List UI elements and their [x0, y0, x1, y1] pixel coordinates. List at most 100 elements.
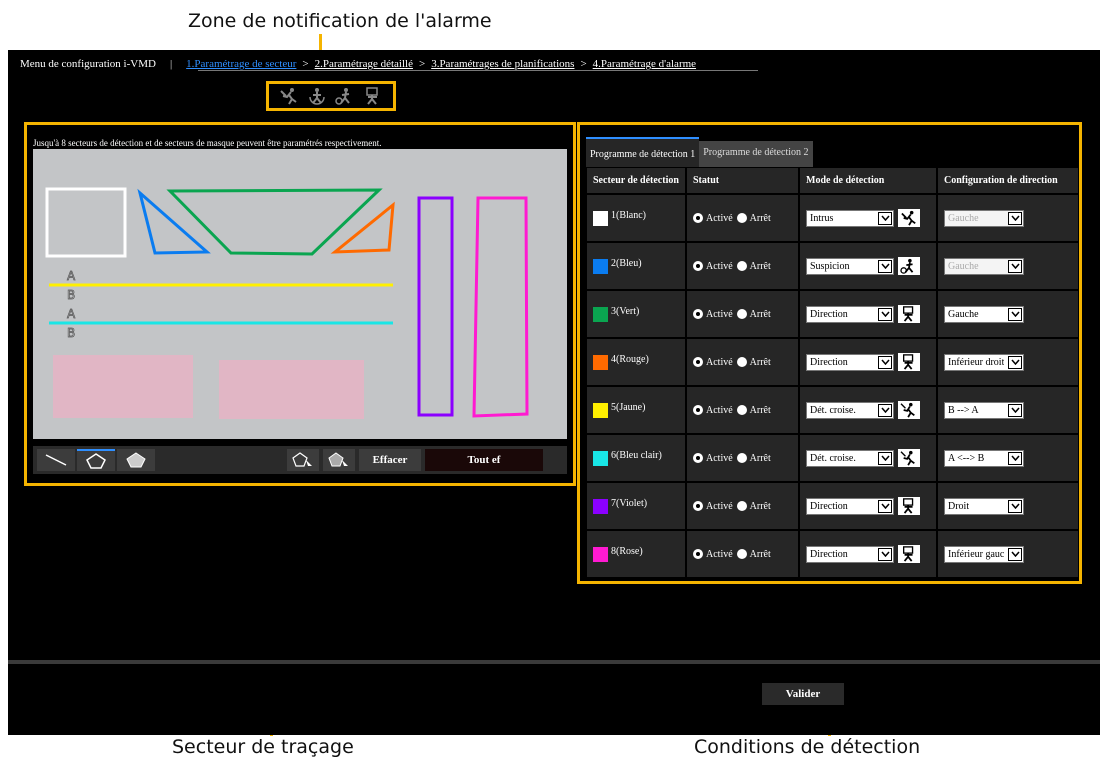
mode-select[interactable]: Direction: [806, 305, 894, 323]
status-on-radio[interactable]: [693, 357, 703, 367]
sector-label: 3(Vert): [611, 305, 640, 317]
callout-drawing-area: Secteur de traçage: [172, 736, 354, 758]
line-label: A: [67, 269, 76, 283]
nav-step-4[interactable]: 4.Paramétrage d'alarme: [593, 58, 696, 70]
direction-select[interactable]: B --> A: [944, 401, 1024, 419]
chevron-down-icon[interactable]: [878, 211, 892, 225]
direction-select-value: Inférieur droit: [948, 356, 1005, 368]
mode-select-value: Dét. croise.: [810, 404, 856, 416]
cross-line-icon[interactable]: [898, 449, 920, 467]
status-cell: Activé Arrêt: [687, 243, 798, 289]
mode-select-value: Intrus: [810, 212, 834, 224]
status-off-radio[interactable]: [736, 405, 747, 415]
direction-icon[interactable]: [898, 305, 920, 323]
filled-polygon-tool-icon[interactable]: [117, 449, 155, 471]
status-on-label: Activé: [706, 548, 733, 560]
nav-step-2[interactable]: 2.Paramétrage détaillé: [315, 58, 413, 70]
status-cell: Activé Arrêt: [687, 387, 798, 433]
camera-canvas[interactable]: A B A B: [33, 149, 567, 439]
status-on-radio[interactable]: [693, 213, 703, 223]
chevron-down-icon[interactable]: [878, 547, 892, 561]
chevron-down-icon[interactable]: [1008, 307, 1022, 321]
direction-cell: Gauche: [938, 195, 1078, 241]
status-on-radio[interactable]: [693, 261, 703, 271]
direction-select[interactable]: A <--> B: [944, 449, 1024, 467]
direction-select[interactable]: Droit: [944, 497, 1024, 515]
status-off-radio[interactable]: [736, 357, 747, 367]
mode-select[interactable]: Intrus: [806, 209, 894, 227]
tab-program-2[interactable]: Programme de détection 2: [699, 141, 813, 167]
intruder-icon: [278, 87, 300, 105]
select-filled-polygon-icon[interactable]: [323, 449, 355, 471]
chevron-down-icon[interactable]: [878, 259, 892, 273]
erase-button[interactable]: Effacer: [359, 449, 421, 471]
chevron-down-icon[interactable]: [878, 499, 892, 513]
chevron-down-icon[interactable]: [878, 403, 892, 417]
sector-label: 7(Violet): [611, 497, 648, 509]
mode-select[interactable]: Direction: [806, 353, 894, 371]
chevron-down-icon[interactable]: [878, 307, 892, 321]
status-on-radio[interactable]: [693, 501, 703, 511]
direction-select-value: Gauche: [948, 308, 979, 320]
chevron-down-icon[interactable]: [1008, 355, 1022, 369]
mode-select[interactable]: Direction: [806, 545, 894, 563]
status-on-radio[interactable]: [693, 549, 703, 559]
select-polygon-icon[interactable]: [287, 449, 319, 471]
mode-select[interactable]: Dét. croise.: [806, 449, 894, 467]
submit-button[interactable]: Valider: [762, 683, 844, 705]
cross-line-icon[interactable]: [898, 401, 920, 419]
status-off-radio[interactable]: [736, 213, 747, 223]
direction-select[interactable]: Inférieur droit: [944, 353, 1024, 371]
chevron-down-icon[interactable]: [1008, 547, 1022, 561]
mode-select[interactable]: Direction: [806, 497, 894, 515]
sector-label: 8(Rose): [611, 545, 643, 557]
chevron-down-icon[interactable]: [1008, 451, 1022, 465]
status-on-label: Activé: [706, 452, 733, 464]
nav-step-1[interactable]: 1.Paramétrage de secteur: [186, 58, 296, 70]
chevron-down-icon[interactable]: [1008, 499, 1022, 513]
chevron-down-icon[interactable]: [1008, 259, 1022, 273]
chevron-down-icon[interactable]: [1008, 211, 1022, 225]
chevron-down-icon[interactable]: [1008, 403, 1022, 417]
direction-select[interactable]: Gauche: [944, 305, 1024, 323]
direction-icon[interactable]: [898, 353, 920, 371]
direction-select[interactable]: Inférieur gauc: [944, 545, 1024, 563]
nav-step-3[interactable]: 3.Paramétrages de planifications: [431, 58, 574, 70]
status-off-radio[interactable]: [736, 549, 747, 559]
erase-all-button[interactable]: Tout ef: [425, 449, 543, 471]
status-off-radio[interactable]: [736, 453, 747, 463]
intruder-icon[interactable]: [898, 209, 920, 227]
mode-select-value: Direction: [810, 548, 848, 560]
status-cell: Activé Arrêt: [687, 339, 798, 385]
sector-cell: 8(Rose): [587, 531, 685, 577]
sector-cell: 6(Bleu clair): [587, 435, 685, 481]
suspicion-icon: [334, 87, 356, 105]
status-off-radio[interactable]: [736, 261, 747, 271]
chevron-down-icon[interactable]: [878, 451, 892, 465]
status-off-radio[interactable]: [736, 501, 747, 511]
status-on-radio[interactable]: [693, 309, 703, 319]
suspicion-icon[interactable]: [898, 257, 920, 275]
polygon-tool-icon[interactable]: [77, 449, 115, 471]
chevron-down-icon[interactable]: [878, 355, 892, 369]
mode-select-value: Suspicion: [810, 260, 850, 272]
mode-select[interactable]: Suspicion: [806, 257, 894, 275]
callout-conditions: Conditions de détection: [694, 736, 921, 758]
direction-icon[interactable]: [898, 497, 920, 515]
sector-label: 5(Jaune): [611, 401, 646, 413]
table-row: 3(Vert) Activé Arrêt Direction Gauche: [586, 290, 1079, 338]
status-on-radio[interactable]: [693, 405, 703, 415]
direction-select[interactable]: Gauche: [944, 209, 1024, 227]
line-tool-icon[interactable]: [37, 449, 75, 471]
menu-title: Menu de configuration i-VMD: [20, 58, 156, 70]
footer-divider: [8, 660, 1100, 664]
mode-select[interactable]: Dét. croise.: [806, 401, 894, 419]
mask-area-2: [219, 360, 364, 419]
drawing-toolbar: Effacer Tout ef: [33, 446, 567, 474]
status-off-radio[interactable]: [736, 309, 747, 319]
tab-program-1[interactable]: Programme de détection 1: [586, 137, 700, 167]
direction-icon[interactable]: [898, 545, 920, 563]
direction-cell: Inférieur gauc: [938, 531, 1078, 577]
status-on-radio[interactable]: [693, 453, 703, 463]
direction-select[interactable]: Gauche: [944, 257, 1024, 275]
